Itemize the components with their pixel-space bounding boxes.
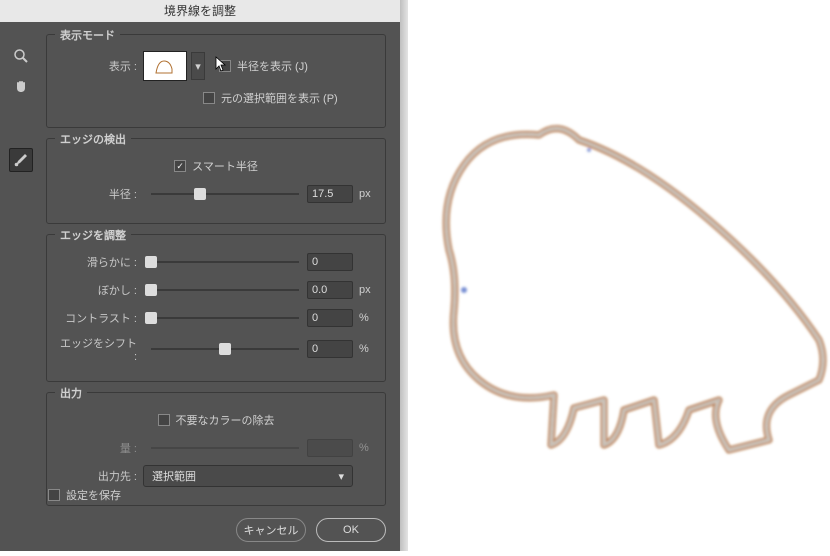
cancel-button[interactable]: キャンセル	[236, 518, 306, 542]
slider-smooth[interactable]	[151, 261, 299, 263]
group-view-mode: 表示モード 表示 : ▾ 半径を表示 (J)	[46, 34, 386, 128]
label-smart-radius: スマート半径	[192, 158, 258, 174]
hand-tool[interactable]	[9, 74, 33, 98]
group-title-view: 表示モード	[55, 27, 120, 43]
canvas-preview[interactable]	[408, 0, 830, 551]
checkbox-show-original[interactable]	[203, 92, 215, 104]
input-contrast[interactable]	[307, 309, 353, 327]
brush-icon	[13, 152, 29, 168]
group-edge-adjust: エッジを調整 滑らかに : ぼかし : px コントラスト : % エッジをシフ	[46, 234, 386, 382]
group-title-detect: エッジの検出	[55, 131, 131, 147]
dialog-footer: キャンセル OK	[0, 509, 400, 551]
unit-feather: px	[353, 284, 377, 296]
slider-radius-thumb[interactable]	[194, 188, 206, 200]
checkbox-smart-radius[interactable]	[174, 160, 186, 172]
label-show: 表示 :	[55, 58, 143, 74]
unit-amount: %	[353, 442, 377, 454]
slider-shift-thumb[interactable]	[219, 343, 231, 355]
slider-feather[interactable]	[151, 289, 299, 291]
chevron-down-icon: ▾	[195, 60, 201, 73]
save-settings-row: 設定を保存	[48, 487, 121, 503]
checkbox-save-settings[interactable]	[48, 489, 60, 501]
label-shift: エッジをシフト :	[55, 335, 143, 363]
label-feather: ぼかし :	[55, 282, 143, 298]
checkbox-decontaminate[interactable]	[158, 414, 170, 426]
label-output-dest: 出力先 :	[55, 468, 143, 484]
label-show-original: 元の選択範囲を表示 (P)	[221, 90, 338, 106]
label-amount: 量 :	[55, 440, 143, 456]
checkbox-show-radius[interactable]	[219, 60, 231, 72]
view-thumbnail[interactable]	[143, 51, 187, 81]
slider-smooth-thumb[interactable]	[145, 256, 157, 268]
refine-edge-dialog: 境界線を調整 表示モード 表示 : ▾	[0, 0, 400, 551]
slider-contrast[interactable]	[151, 317, 299, 319]
input-feather[interactable]	[307, 281, 353, 299]
slider-feather-thumb[interactable]	[145, 284, 157, 296]
tool-strip	[0, 22, 42, 178]
panel-area: 表示モード 表示 : ▾ 半径を表示 (J)	[42, 26, 390, 509]
input-amount	[307, 439, 353, 457]
unit-contrast: %	[353, 312, 377, 324]
input-smooth[interactable]	[307, 253, 353, 271]
select-output-dest[interactable]: 選択範囲 ▾	[143, 465, 353, 487]
group-title-adjust: エッジを調整	[55, 227, 131, 243]
chevron-down-icon: ▾	[338, 470, 344, 483]
hand-icon	[13, 78, 29, 94]
unit-radius: px	[353, 188, 377, 200]
label-decontaminate: 不要なカラーの除去	[176, 412, 275, 428]
label-contrast: コントラスト :	[55, 310, 143, 326]
dialog-title: 境界線を調整	[0, 0, 400, 22]
input-shift[interactable]	[307, 340, 353, 358]
zoom-icon	[13, 48, 29, 64]
refine-brush-tool[interactable]	[9, 148, 33, 172]
label-show-radius: 半径を表示 (J)	[237, 58, 308, 74]
slider-shift[interactable]	[151, 348, 299, 350]
slider-amount	[151, 447, 299, 449]
label-save-settings: 設定を保存	[66, 487, 121, 503]
select-output-value: 選択範囲	[152, 468, 196, 484]
zoom-tool[interactable]	[9, 44, 33, 68]
ok-button[interactable]: OK	[316, 518, 386, 542]
group-edge-detect: エッジの検出 スマート半径 半径 : px	[46, 138, 386, 224]
label-smooth: 滑らかに :	[55, 254, 143, 270]
unit-shift: %	[353, 343, 377, 355]
label-radius: 半径 :	[55, 186, 143, 202]
group-title-output: 出力	[55, 385, 87, 401]
slider-radius[interactable]	[151, 193, 299, 195]
slider-contrast-thumb[interactable]	[145, 312, 157, 324]
input-radius[interactable]	[307, 185, 353, 203]
view-dropdown-button[interactable]: ▾	[191, 52, 205, 80]
